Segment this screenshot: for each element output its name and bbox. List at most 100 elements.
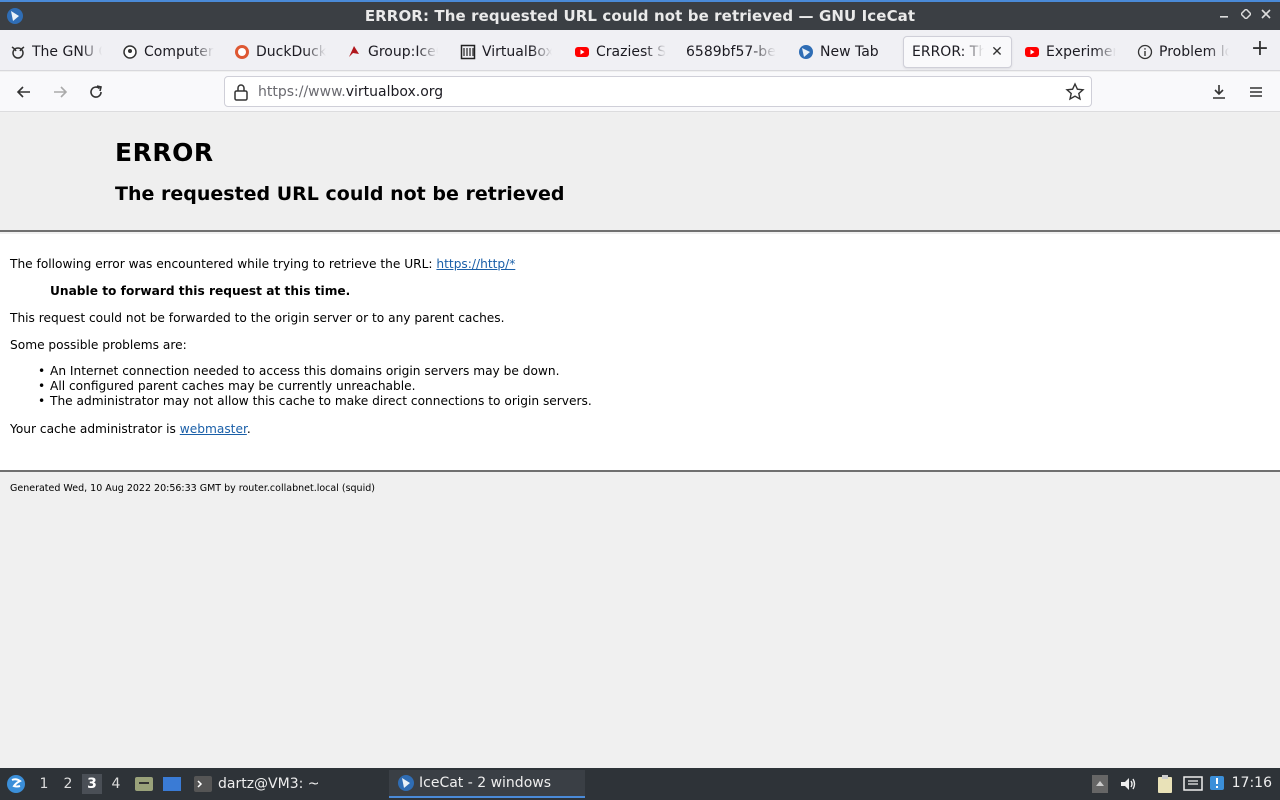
info-icon	[1137, 44, 1153, 60]
minimize-button[interactable]	[1214, 7, 1234, 25]
tab-new-tab[interactable]: New Tab	[798, 36, 890, 68]
workspace-1[interactable]: 1	[34, 774, 54, 794]
back-arrow-icon	[16, 86, 30, 98]
speaker-icon	[1121, 778, 1136, 790]
virtualbox-icon	[460, 44, 476, 60]
reload-icon	[90, 85, 102, 98]
terminal-icon	[194, 776, 212, 792]
url-text[interactable]: https://www.virtualbox.org	[258, 84, 443, 100]
browser-task[interactable]: IceCat - 2 windows	[389, 770, 585, 798]
hamburger-menu-icon	[1250, 87, 1262, 97]
url-prefix: https://www.	[258, 84, 346, 100]
forward-button[interactable]	[48, 80, 72, 104]
list-item: An Internet connection needed to access …	[38, 364, 592, 379]
error-reason: Unable to forward this request at this t…	[50, 284, 351, 298]
tab-label: New Tab	[820, 44, 879, 60]
file-manager-launcher[interactable]	[134, 774, 154, 794]
tab-computer[interactable]: Computer	[122, 36, 214, 68]
forward-arrow-icon	[54, 86, 68, 98]
tab-label: VirtualBox	[482, 44, 552, 60]
url-bar[interactable]: https://www.virtualbox.org	[224, 76, 1092, 107]
close-window-button[interactable]	[1256, 7, 1276, 25]
tab-label: Experimen	[1046, 44, 1116, 60]
notification-button[interactable]	[1208, 774, 1228, 794]
tray-scroll-button[interactable]	[1090, 774, 1110, 794]
error-url-link[interactable]: https://http/*	[436, 257, 515, 271]
tab-label: Computer	[144, 44, 214, 60]
tab-label: Craziest S	[596, 44, 666, 60]
close-tab-icon[interactable]: ✕	[990, 44, 1004, 60]
show-desktop-launcher[interactable]	[162, 774, 182, 794]
tab-experiment[interactable]: Experimen	[1024, 36, 1116, 68]
icecat-icon	[398, 775, 414, 791]
tab-label: ERROR: The	[912, 44, 984, 60]
browser-task-label: IceCat - 2 windows	[419, 775, 552, 791]
minimize-icon	[1220, 16, 1228, 18]
clock[interactable]: 17:16	[1232, 775, 1272, 791]
admin-text: Your cache administrator is	[10, 422, 180, 436]
tab-label: The GNU C	[32, 44, 102, 60]
tab-uuid[interactable]: 6589bf57-be	[686, 36, 778, 68]
window-titlebar: ERROR: The requested URL could not be re…	[0, 0, 1280, 30]
start-menu-button[interactable]	[6, 774, 26, 794]
reload-button[interactable]	[84, 80, 108, 104]
clipboard-button[interactable]	[1155, 774, 1175, 794]
taskbar: 1 2 3 4 dartz@VM3: ~ IceCat - 2 windows …	[0, 768, 1280, 800]
workspace-4[interactable]: 4	[106, 774, 126, 794]
desktop-icon	[163, 777, 181, 791]
group-icon	[346, 44, 362, 60]
error-subtitle: The requested URL could not be retrieved	[115, 183, 565, 205]
computer-icon	[122, 44, 138, 60]
problems-list: An Internet connection needed to access …	[38, 364, 592, 409]
problems-heading: Some possible problems are:	[10, 338, 187, 352]
list-item: The administrator may not allow this cac…	[38, 394, 592, 409]
tab-craziest[interactable]: Craziest S	[574, 36, 666, 68]
url-domain: virtualbox.org	[345, 84, 444, 100]
error-intro: The following error was encountered whil…	[10, 257, 515, 271]
intro-text: The following error was encountered whil…	[10, 257, 437, 271]
tab-strip: The GNU C Computer DuckDuck Group:IceC V…	[0, 30, 1280, 71]
page-content: ERROR The requested URL could not be ret…	[0, 113, 1280, 768]
back-button[interactable]	[12, 80, 36, 104]
error-title: ERROR	[115, 138, 214, 167]
icecat-icon	[798, 44, 814, 60]
new-tab-button[interactable]: +	[1248, 38, 1272, 62]
volume-button[interactable]	[1118, 774, 1138, 794]
generated-footer: Generated Wed, 10 Aug 2022 20:56:33 GMT …	[10, 483, 375, 494]
tab-error-active[interactable]: ERROR: The ✕	[903, 36, 1012, 68]
workspace-3[interactable]: 3	[82, 774, 102, 794]
error-body: The following error was encountered whil…	[0, 234, 1280, 472]
gnu-icon	[10, 44, 26, 60]
tab-gnu[interactable]: The GNU C	[10, 36, 102, 68]
download-icon	[1213, 85, 1225, 99]
tab-label: Group:IceC	[368, 44, 438, 60]
tab-group[interactable]: Group:IceC	[346, 36, 438, 68]
youtube-icon	[574, 44, 590, 60]
tab-label: Problem lo	[1159, 44, 1229, 60]
terminal-task[interactable]: dartz@VM3: ~	[194, 770, 320, 798]
network-icon	[1183, 776, 1203, 791]
bookmark-star-icon[interactable]	[1065, 82, 1085, 102]
notification-icon	[1210, 776, 1224, 790]
distro-logo-icon	[7, 775, 25, 793]
list-item: All configured parent caches may be curr…	[38, 379, 592, 394]
terminal-task-label: dartz@VM3: ~	[218, 776, 320, 792]
maximize-icon	[1239, 7, 1253, 21]
admin-line: Your cache administrator is webmaster.	[10, 422, 251, 436]
menu-button[interactable]	[1244, 80, 1268, 104]
network-button[interactable]	[1183, 774, 1203, 794]
tab-duckduckgo[interactable]: DuckDuck	[234, 36, 326, 68]
tab-problem[interactable]: Problem lo	[1137, 36, 1229, 68]
lock-icon[interactable]	[233, 83, 249, 101]
error-explanation: This request could not be forwarded to t…	[10, 311, 505, 325]
error-header: ERROR The requested URL could not be ret…	[0, 113, 1280, 232]
scroll-up-icon	[1092, 775, 1108, 793]
tab-label: DuckDuck	[256, 44, 326, 60]
downloads-button[interactable]	[1207, 80, 1231, 104]
webmaster-link[interactable]: webmaster	[180, 422, 247, 436]
youtube-icon	[1024, 44, 1040, 60]
window-title: ERROR: The requested URL could not be re…	[364, 7, 916, 25]
workspace-2[interactable]: 2	[58, 774, 78, 794]
maximize-button[interactable]	[1236, 7, 1256, 25]
tab-virtualbox[interactable]: VirtualBox	[460, 36, 552, 68]
